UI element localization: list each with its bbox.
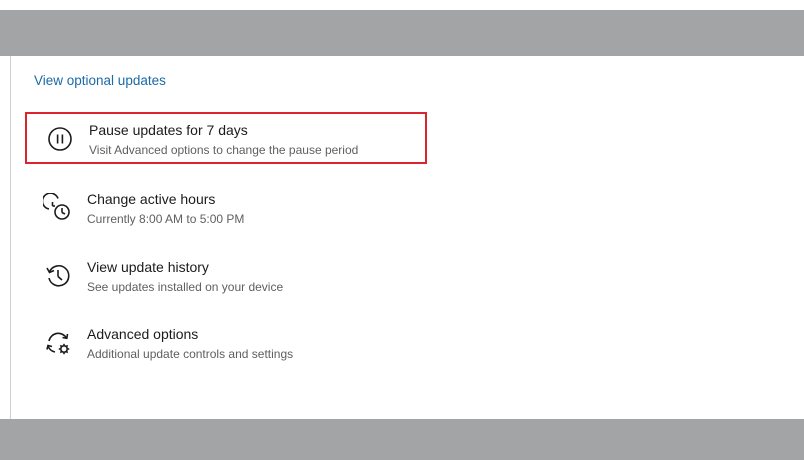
pause-updates-item[interactable]: Pause updates for 7 days Visit Advanced … xyxy=(25,112,427,164)
change-active-hours-subtitle: Currently 8:00 AM to 5:00 PM xyxy=(87,212,245,226)
view-optional-updates-link[interactable]: View optional updates xyxy=(34,73,166,88)
advanced-options-icon xyxy=(46,332,70,355)
advanced-options-title: Advanced options xyxy=(87,326,199,342)
view-update-history-item[interactable]: View update history See updates installe… xyxy=(25,251,427,303)
active-hours-icon xyxy=(43,193,70,220)
change-active-hours-item[interactable]: Change active hours Currently 8:00 AM to… xyxy=(25,183,427,235)
view-update-history-subtitle: See updates installed on your device xyxy=(87,280,284,294)
bottom-gray-band xyxy=(0,419,804,460)
top-gray-band xyxy=(0,10,804,56)
advanced-options-subtitle: Additional update controls and settings xyxy=(87,347,294,361)
view-update-history-title: View update history xyxy=(87,259,209,275)
pause-icon xyxy=(48,127,72,151)
pause-updates-subtitle: Visit Advanced options to change the pau… xyxy=(89,143,359,157)
advanced-options-item[interactable]: Advanced options Additional update contr… xyxy=(25,318,427,370)
update-settings-panel: View optional updates Pause updates for … xyxy=(10,56,804,419)
history-icon xyxy=(46,265,70,287)
pause-updates-title: Pause updates for 7 days xyxy=(89,122,248,138)
change-active-hours-title: Change active hours xyxy=(87,191,216,207)
